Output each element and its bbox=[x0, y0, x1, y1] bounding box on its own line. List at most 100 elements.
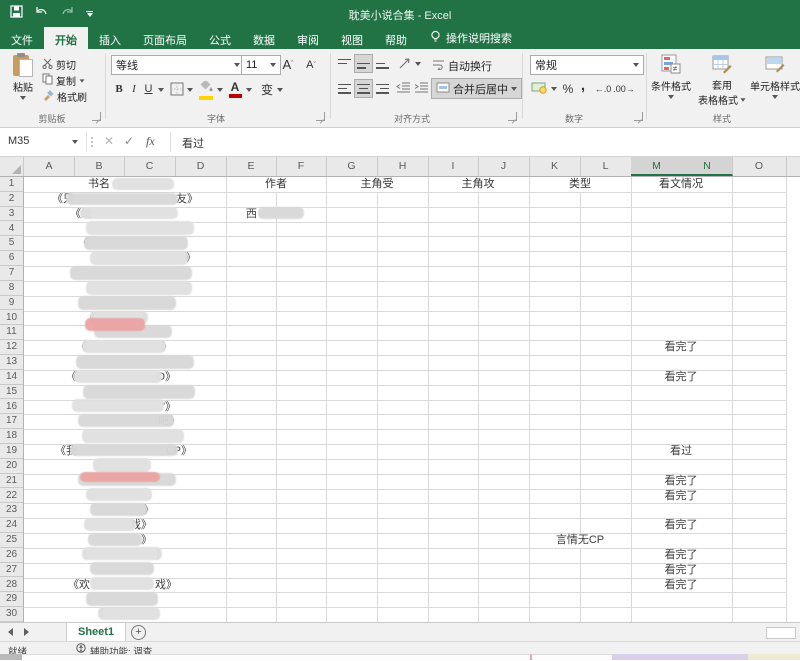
censor-blob bbox=[66, 193, 178, 205]
row-header-16[interactable]: 16 bbox=[0, 400, 23, 415]
cell-book-r25[interactable]: 》 bbox=[141, 533, 152, 548]
row-header-10[interactable]: 10 bbox=[0, 311, 23, 326]
cell-status-r24[interactable]: 看完了 bbox=[665, 518, 698, 533]
select-all-corner[interactable] bbox=[0, 157, 24, 176]
row-header-28[interactable]: 28 bbox=[0, 578, 23, 593]
censor-blob bbox=[78, 414, 174, 427]
sheet-header-3[interactable]: 主角攻 bbox=[462, 177, 495, 192]
cell-status-r26[interactable]: 看完了 bbox=[665, 548, 698, 563]
cell-type-r25[interactable]: 言情无CP bbox=[556, 533, 604, 548]
censor-blob bbox=[82, 547, 162, 560]
row-header-2[interactable]: 2 bbox=[0, 192, 23, 207]
column-header-O[interactable]: O bbox=[732, 157, 787, 176]
row-header-8[interactable]: 8 bbox=[0, 281, 23, 296]
column-header-E[interactable]: E bbox=[226, 157, 277, 176]
column-header-J[interactable]: J bbox=[478, 157, 530, 176]
new-sheet-button[interactable]: + bbox=[131, 625, 146, 640]
censor-blob bbox=[86, 221, 194, 235]
column-header-D[interactable]: D bbox=[175, 157, 227, 176]
horizontal-scrollbar[interactable] bbox=[766, 627, 796, 639]
row-header-18[interactable]: 18 bbox=[0, 429, 23, 444]
row-header-17[interactable]: 17 bbox=[0, 414, 23, 429]
column-header-A[interactable]: A bbox=[24, 157, 75, 176]
censor-blob bbox=[82, 340, 166, 353]
cell-status-r21[interactable]: 看完了 bbox=[665, 474, 698, 489]
row-header-9[interactable]: 9 bbox=[0, 296, 23, 311]
status-bar: 就绪 辅助功能: 调查 bbox=[0, 641, 800, 655]
column-header-B[interactable]: B bbox=[74, 157, 125, 176]
censor-blob bbox=[76, 355, 194, 369]
row-header-25[interactable]: 25 bbox=[0, 533, 23, 548]
column-header-F[interactable]: F bbox=[276, 157, 327, 176]
taskbar-sliver bbox=[0, 654, 800, 660]
cell-status-r19[interactable]: 看过 bbox=[670, 444, 692, 459]
row-header-7[interactable]: 7 bbox=[0, 266, 23, 281]
censor-blob-red bbox=[85, 318, 145, 331]
row-header-26[interactable]: 26 bbox=[0, 548, 23, 563]
gridline-v bbox=[529, 177, 530, 622]
cell-status-r27[interactable]: 看完了 bbox=[665, 563, 698, 578]
row-header-1[interactable]: 1 bbox=[0, 177, 23, 192]
row-header-4[interactable]: 4 bbox=[0, 222, 23, 237]
censor-blob bbox=[78, 296, 176, 310]
cell-status-r28[interactable]: 看完了 bbox=[665, 578, 698, 593]
next-sheet-icon[interactable] bbox=[24, 628, 29, 636]
column-header-K[interactable]: K bbox=[529, 157, 581, 176]
censor-blob bbox=[72, 399, 164, 412]
sheet-header-2[interactable]: 主角受 bbox=[361, 177, 394, 192]
censor-blob bbox=[83, 385, 195, 399]
sheet-header-1[interactable]: 作者 bbox=[265, 177, 287, 192]
cell-book-r28[interactable]: 戏》 bbox=[155, 578, 177, 593]
row-header-24[interactable]: 24 bbox=[0, 518, 23, 533]
censor-blob bbox=[70, 266, 192, 280]
row-header-14[interactable]: 14 bbox=[0, 370, 23, 385]
column-header-H[interactable]: H bbox=[377, 157, 429, 176]
sheet-header-5[interactable]: 看文情况 bbox=[659, 177, 703, 192]
cell-book-r28[interactable]: 《欢 bbox=[68, 578, 90, 593]
column-header-G[interactable]: G bbox=[326, 157, 378, 176]
gridline-v bbox=[478, 192, 479, 622]
row-header-21[interactable]: 21 bbox=[0, 474, 23, 489]
column-header-I[interactable]: I bbox=[428, 157, 479, 176]
cell-status-r14[interactable]: 看完了 bbox=[665, 370, 698, 385]
row-header-20[interactable]: 20 bbox=[0, 459, 23, 474]
row-header-5[interactable]: 5 bbox=[0, 236, 23, 251]
cell-book-r2[interactable]: 友》 bbox=[176, 192, 198, 207]
row-header-12[interactable]: 12 bbox=[0, 340, 23, 355]
censor-blob bbox=[80, 207, 178, 219]
sheet-tab-sheet1[interactable]: Sheet1 bbox=[66, 623, 126, 643]
gridline-v bbox=[580, 192, 581, 533]
cell-status-r22[interactable]: 看完了 bbox=[665, 489, 698, 504]
column-header-N[interactable]: N bbox=[682, 157, 733, 176]
row-header-22[interactable]: 22 bbox=[0, 489, 23, 504]
row-header-6[interactable]: 6 bbox=[0, 251, 23, 266]
cell-author-r3[interactable]: 西 bbox=[246, 207, 257, 222]
censor-blob bbox=[90, 251, 188, 265]
censor-blob bbox=[86, 592, 158, 606]
gridline-v bbox=[377, 192, 378, 622]
worksheet: ABCDEFGHIJKLMNO1234567891011121314151617… bbox=[0, 0, 800, 660]
row-header-13[interactable]: 13 bbox=[0, 355, 23, 370]
censor-blob bbox=[90, 503, 147, 516]
row-header-27[interactable]: 27 bbox=[0, 563, 23, 578]
row-header-3[interactable]: 3 bbox=[0, 207, 23, 222]
sheet-header-4[interactable]: 类型 bbox=[569, 177, 591, 192]
column-header-C[interactable]: C bbox=[124, 157, 176, 176]
row-header-15[interactable]: 15 bbox=[0, 385, 23, 400]
row-header-30[interactable]: 30 bbox=[0, 607, 23, 622]
gridline-v bbox=[732, 177, 733, 622]
row-header-19[interactable]: 19 bbox=[0, 444, 23, 459]
censor-blob bbox=[86, 281, 192, 295]
sheet-header-0[interactable]: 书名 bbox=[88, 177, 110, 192]
column-header-M[interactable]: M bbox=[631, 157, 683, 176]
row-header-11[interactable]: 11 bbox=[0, 325, 23, 340]
gridline-v bbox=[786, 177, 787, 622]
censor-blob bbox=[88, 533, 142, 546]
previous-sheet-icon[interactable] bbox=[8, 628, 13, 636]
censor-blob bbox=[86, 488, 152, 501]
row-header-23[interactable]: 23 bbox=[0, 503, 23, 518]
column-header-L[interactable]: L bbox=[580, 157, 632, 176]
gridline-v bbox=[428, 177, 429, 622]
cell-status-r12[interactable]: 看完了 bbox=[665, 340, 698, 355]
row-header-29[interactable]: 29 bbox=[0, 592, 23, 607]
